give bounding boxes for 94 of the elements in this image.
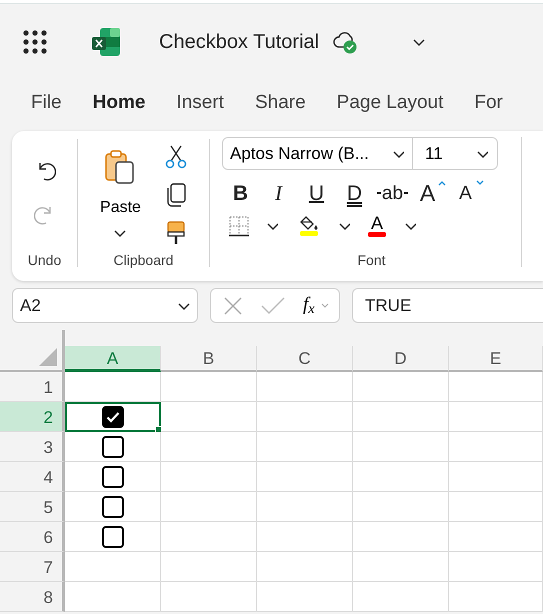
row-header[interactable]: 2	[0, 402, 65, 432]
grid-cell[interactable]	[257, 492, 353, 522]
strikethrough-button[interactable]: ab	[376, 178, 409, 208]
grid-cell[interactable]	[353, 492, 449, 522]
grid-cell[interactable]	[449, 462, 543, 492]
app-launcher-icon[interactable]	[23, 30, 47, 54]
column-header[interactable]: A	[65, 346, 161, 372]
ribbon-tab[interactable]: File	[31, 88, 62, 118]
group-label: Clipboard	[114, 253, 174, 267]
grid-cell[interactable]	[257, 522, 353, 552]
caret-icon	[476, 180, 484, 186]
bold-button[interactable]: B	[224, 178, 257, 208]
insert-function-button[interactable]: f$_{x}$	[303, 291, 329, 320]
excel-logo-icon	[92, 28, 120, 56]
grid-cell[interactable]	[449, 372, 543, 402]
font-size-dropdown[interactable]: 11	[413, 138, 497, 169]
grid-cell[interactable]	[65, 462, 161, 492]
underline-button[interactable]: U	[300, 178, 333, 208]
format-painter-icon[interactable]	[166, 221, 186, 245]
cancel-icon[interactable]	[223, 296, 243, 316]
caret-icon	[412, 37, 426, 47]
italic-button[interactable]: I	[262, 178, 295, 208]
caret-icon	[438, 180, 446, 186]
checkbox[interactable]	[102, 526, 124, 548]
ribbon-tab[interactable]: Insert	[176, 88, 224, 118]
ribbon-tab[interactable]: Home	[92, 88, 146, 118]
grid-cell[interactable]	[353, 522, 449, 552]
active-cell[interactable]	[65, 402, 161, 432]
grid-cell[interactable]	[65, 522, 161, 552]
grid-cell[interactable]	[161, 522, 257, 552]
select-all-icon[interactable]	[38, 347, 58, 367]
font-color-button[interactable]: A	[368, 214, 386, 237]
double-underline-button[interactable]: D	[338, 178, 371, 208]
checkbox[interactable]	[102, 466, 124, 488]
name-box[interactable]: A2	[12, 288, 198, 323]
grid-cell[interactable]	[65, 552, 161, 582]
grid-cell[interactable]	[161, 372, 257, 402]
grid-cell[interactable]	[257, 462, 353, 492]
checkbox[interactable]	[102, 436, 124, 458]
grid-cell[interactable]	[449, 582, 543, 612]
decrease-font-size-button[interactable]: A	[452, 178, 485, 208]
grid-cell[interactable]	[449, 432, 543, 462]
increase-font-size-button[interactable]: A	[414, 178, 447, 208]
copy-icon[interactable]	[166, 183, 186, 207]
grid-cell[interactable]	[449, 402, 543, 432]
grid-cell[interactable]	[353, 552, 449, 582]
clipboard-icon	[105, 150, 136, 184]
enter-icon[interactable]	[261, 296, 285, 316]
title-dropdown-button[interactable]	[412, 37, 426, 47]
grid-cell[interactable]	[353, 372, 449, 402]
caret-icon	[476, 148, 488, 158]
grid-cell[interactable]	[161, 492, 257, 522]
grid-cell[interactable]	[353, 462, 449, 492]
grid-cell[interactable]	[257, 372, 353, 402]
checkbox[interactable]	[102, 496, 124, 518]
caret-icon	[392, 148, 404, 158]
grid-cell[interactable]	[161, 582, 257, 612]
cloud-saved-icon	[332, 29, 358, 55]
grid-cell[interactable]	[257, 582, 353, 612]
grid-cell[interactable]	[257, 432, 353, 462]
grid-cell[interactable]	[161, 432, 257, 462]
ribbon-tab[interactable]: Page Layout	[336, 88, 444, 118]
cut-icon[interactable]	[164, 145, 187, 169]
ribbon-tab[interactable]: For	[474, 88, 503, 118]
dropdown-caret-icon[interactable]	[404, 220, 416, 230]
checkbox[interactable]	[102, 406, 124, 428]
document-title: Checkbox Tutorial	[159, 30, 320, 55]
checkmark-icon	[106, 410, 120, 422]
grid-cell[interactable]	[257, 552, 353, 582]
grid-cell[interactable]	[353, 402, 449, 432]
paste-button[interactable]: Paste	[100, 145, 141, 245]
grid-cell[interactable]	[65, 432, 161, 462]
grid-cell[interactable]	[161, 402, 257, 432]
group-label: Undo	[28, 253, 62, 267]
grid-cell[interactable]	[449, 552, 543, 582]
grid-cell[interactable]	[161, 462, 257, 492]
grid-cell[interactable]	[65, 582, 161, 612]
borders-icon[interactable]	[228, 214, 250, 236]
grid-cell[interactable]	[257, 402, 353, 432]
grid-cell[interactable]	[353, 432, 449, 462]
grid-cell[interactable]	[65, 372, 161, 402]
dropdown-caret-icon[interactable]	[266, 220, 278, 230]
formula-input[interactable]: TRUE	[352, 288, 543, 323]
grid-cell[interactable]	[449, 522, 543, 552]
grid-cell[interactable]	[353, 582, 449, 612]
group-label: Font	[357, 253, 386, 267]
fill-color-button[interactable]	[298, 215, 320, 236]
grid-cell[interactable]	[65, 492, 161, 522]
grid-cell[interactable]	[161, 552, 257, 582]
font-name-dropdown[interactable]: Aptos Narrow (B...	[223, 138, 413, 169]
ribbon-tab[interactable]: Share	[254, 88, 306, 118]
grid-cell[interactable]	[449, 492, 543, 522]
caret-icon[interactable]	[320, 302, 329, 308]
dropdown-caret-icon[interactable]	[338, 220, 350, 230]
